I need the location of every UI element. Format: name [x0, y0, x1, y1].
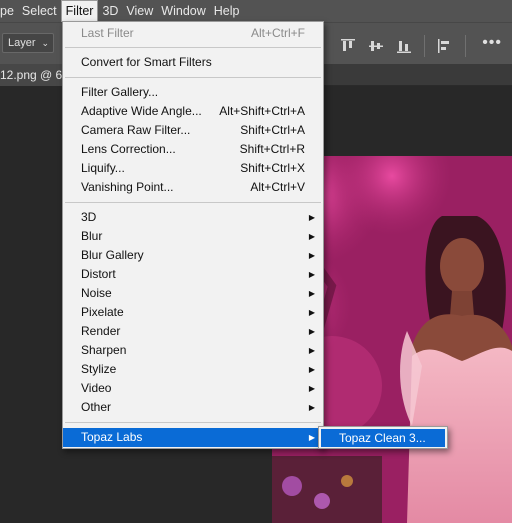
menu-item-label: Render [81, 324, 121, 338]
submenu-arrow-icon: ▶ [308, 270, 315, 279]
menu-item-label: Liquify... [81, 161, 125, 175]
menu-item-filter-gallery[interactable]: Filter Gallery... [63, 83, 323, 102]
align-vertical-center-icon[interactable] [368, 38, 384, 54]
menu-image-partial[interactable]: pe [0, 0, 18, 22]
submenu-arrow-icon: ▶ [308, 433, 315, 442]
shortcut-label: Alt+Shift+Ctrl+A [219, 104, 305, 118]
menu-item-label: Noise [81, 286, 112, 300]
menu-item-label: Adaptive Wide Angle... [81, 104, 202, 118]
menu-item-pixelate[interactable]: Pixelate ▶ [63, 303, 323, 322]
menu-item-blur-gallery[interactable]: Blur Gallery ▶ [63, 246, 323, 265]
menu-item-vanishing-point[interactable]: Vanishing Point... Alt+Ctrl+V [63, 178, 323, 197]
auto-select-target-dropdown[interactable]: Layer ⌄ [2, 33, 54, 53]
menu-item-last-filter: Last Filter Alt+Ctrl+F [63, 24, 323, 43]
align-top-icon[interactable] [340, 38, 356, 54]
menu-item-label: Blur [81, 229, 103, 243]
align-toolbar [340, 35, 478, 57]
menu-item-label: Convert for Smart Filters [81, 55, 212, 69]
toolbar-divider [424, 35, 425, 57]
shortcut-label: Alt+Ctrl+F [250, 26, 305, 40]
submenu-arrow-icon: ▶ [308, 251, 315, 260]
menu-item-label: Pixelate [81, 305, 124, 319]
submenu-arrow-icon: ▶ [308, 308, 315, 317]
menu-divider [65, 202, 321, 203]
filter-menu: Last Filter Alt+Ctrl+F Convert for Smart… [62, 21, 324, 449]
menu-item-label: Distort [81, 267, 116, 281]
menu-item-sharpen[interactable]: Sharpen ▶ [63, 341, 323, 360]
menu-divider [65, 422, 321, 423]
menu-item-label: 3D [81, 210, 97, 224]
shortcut-label: Shift+Ctrl+X [240, 161, 305, 175]
shortcut-label: Shift+Ctrl+R [239, 142, 305, 156]
shortcut-label: Shift+Ctrl+A [240, 123, 305, 137]
menu-item-convert-smart-filters[interactable]: Convert for Smart Filters [63, 53, 323, 72]
submenu-arrow-icon: ▶ [308, 384, 315, 393]
menu-item-video[interactable]: Video ▶ [63, 379, 323, 398]
menu-item-label: Last Filter [81, 26, 134, 40]
menu-item-blur[interactable]: Blur ▶ [63, 227, 323, 246]
menu-item-stylize[interactable]: Stylize ▶ [63, 360, 323, 379]
menu-filter[interactable]: Filter [60, 0, 99, 22]
menu-window[interactable]: Window [157, 0, 209, 22]
menu-item-label: Stylize [81, 362, 117, 376]
menu-item-camera-raw-filter[interactable]: Camera Raw Filter... Shift+Ctrl+A [63, 121, 323, 140]
menu-item-label: Blur Gallery [81, 248, 144, 262]
menu-item-other[interactable]: Other ▶ [63, 398, 323, 417]
menu-item-label: Topaz Labs [81, 430, 143, 444]
menu-item-lens-correction[interactable]: Lens Correction... Shift+Ctrl+R [63, 140, 323, 159]
submenu-arrow-icon: ▶ [308, 365, 315, 374]
align-bottom-icon[interactable] [396, 38, 412, 54]
more-options-icon[interactable]: ••• [482, 35, 502, 51]
submenu-arrow-icon: ▶ [308, 213, 315, 222]
menu-item-label: Vanishing Point... [81, 180, 174, 194]
menu-item-render[interactable]: Render ▶ [63, 322, 323, 341]
menu-item-liquify[interactable]: Liquify... Shift+Ctrl+X [63, 159, 323, 178]
menu-item-label: Video [81, 381, 112, 395]
menu-item-label: Filter Gallery... [81, 85, 159, 99]
submenu-arrow-icon: ▶ [308, 403, 315, 412]
toolbar-divider [465, 35, 466, 57]
submenu-arrow-icon: ▶ [308, 327, 315, 336]
menu-bar: pe Select Filter 3D View Window Help [0, 0, 512, 22]
menu-divider [65, 47, 321, 48]
chevron-down-icon: ⌄ [41, 38, 49, 48]
menu-item-adaptive-wide-angle[interactable]: Adaptive Wide Angle... Alt+Shift+Ctrl+A [63, 102, 323, 121]
submenu-arrow-icon: ▶ [308, 346, 315, 355]
menu-item-noise[interactable]: Noise ▶ [63, 284, 323, 303]
shortcut-label: Alt+Ctrl+V [250, 180, 305, 194]
menu-item-topaz-labs[interactable]: Topaz Labs ▶ [63, 428, 323, 447]
menu-item-3d[interactable]: 3D ▶ [63, 208, 323, 227]
menu-item-topaz-clean[interactable]: Topaz Clean 3... [321, 429, 445, 447]
layer-select-value: Layer [8, 37, 36, 49]
menu-divider [65, 77, 321, 78]
menu-item-label: Camera Raw Filter... [81, 123, 191, 137]
align-left-icon[interactable] [437, 38, 453, 54]
menu-select[interactable]: Select [18, 0, 61, 22]
submenu-arrow-icon: ▶ [308, 289, 315, 298]
menu-help[interactable]: Help [210, 0, 244, 22]
menu-item-label: Sharpen [81, 343, 127, 357]
menu-3d[interactable]: 3D [98, 0, 122, 22]
menu-item-distort[interactable]: Distort ▶ [63, 265, 323, 284]
menu-item-label: Other [81, 400, 112, 414]
menu-view[interactable]: View [122, 0, 157, 22]
topaz-labs-submenu: Topaz Clean 3... [318, 426, 448, 449]
menu-item-label: Lens Correction... [81, 142, 176, 156]
submenu-arrow-icon: ▶ [308, 232, 315, 241]
